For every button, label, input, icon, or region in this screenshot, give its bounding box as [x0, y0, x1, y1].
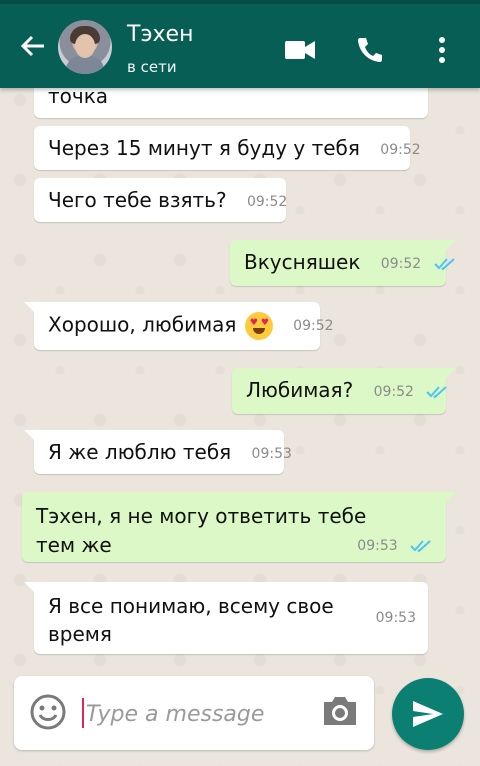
back-button[interactable]	[14, 26, 52, 66]
message-text-line: тем же	[36, 532, 112, 557]
message-bubble-incoming[interactable]: Хорошо, любимая ♥ ♥ 09:52	[24, 302, 334, 350]
message-bubble-outgoing[interactable]: Любимая? 09:52	[232, 368, 456, 414]
message-time: 09:53	[375, 610, 416, 626]
message-text-line: Тэхен, я не могу ответить тебе	[36, 504, 367, 528]
message-bubble-incoming[interactable]: Чего тебе взять? 09:52	[34, 178, 288, 222]
message-bubble-outgoing[interactable]: Тэхен, я не могу ответить тебе тем же 09…	[22, 492, 456, 562]
heart-eyes-emoji-icon: ♥ ♥	[244, 312, 273, 340]
message-time: 09:53	[251, 445, 292, 462]
message-text-line: время	[48, 622, 112, 646]
read-ticks-icon	[433, 252, 456, 276]
message-bubble-incoming[interactable]: Я все понимаю, всему свое время 09:53	[24, 582, 428, 654]
message-time: 09:52	[380, 255, 422, 272]
message-text: Чего тебе взять?	[48, 188, 227, 212]
message-bubble-incoming[interactable]: Через 15 минут я буду у тебя 09:52	[34, 126, 421, 170]
voice-call-icon	[358, 38, 382, 62]
message-bubble-outgoing[interactable]: Вкусняшек 09:52	[230, 240, 456, 286]
message-time: 09:52	[293, 318, 334, 334]
camera-icon	[324, 697, 356, 725]
message-time: 09:52	[373, 383, 414, 400]
message-time: 09:53	[357, 537, 398, 554]
chat-header: Тэхен в сети	[0, 0, 480, 88]
message-composer	[14, 676, 374, 750]
more-vert-icon	[439, 37, 445, 63]
emoji-button[interactable]	[30, 694, 66, 730]
contact-status: в сети	[127, 58, 177, 76]
message-text: Хорошо, любимая	[48, 312, 237, 337]
back-arrow-icon	[20, 35, 44, 57]
send-icon	[413, 701, 443, 727]
message-text: Вкусняшек	[244, 250, 361, 274]
voice-call-button[interactable]	[350, 30, 390, 70]
message-input[interactable]	[84, 696, 308, 732]
message-text: Я же люблю тебя	[48, 440, 232, 464]
read-ticks-icon	[426, 380, 448, 404]
contact-name[interactable]: Тэхен	[127, 22, 193, 47]
message-time: 09:52	[246, 193, 288, 210]
message-text: Через 15 минут я буду у тебя	[48, 136, 360, 160]
video-call-icon	[285, 41, 315, 59]
more-options-button[interactable]	[424, 30, 460, 70]
smiley-icon	[30, 694, 66, 730]
send-button[interactable]	[392, 678, 464, 750]
message-bubble-incoming[interactable]: Я же люблю тебя 09:53	[24, 430, 292, 474]
contact-avatar[interactable]	[58, 20, 112, 74]
read-ticks-icon	[410, 532, 432, 560]
camera-button[interactable]	[320, 694, 360, 730]
video-call-button[interactable]	[280, 30, 320, 70]
message-text: Любимая?	[246, 378, 354, 402]
message-time: 09:52	[380, 141, 421, 158]
message-text-line: Я все понимаю, всему свое	[48, 594, 334, 618]
